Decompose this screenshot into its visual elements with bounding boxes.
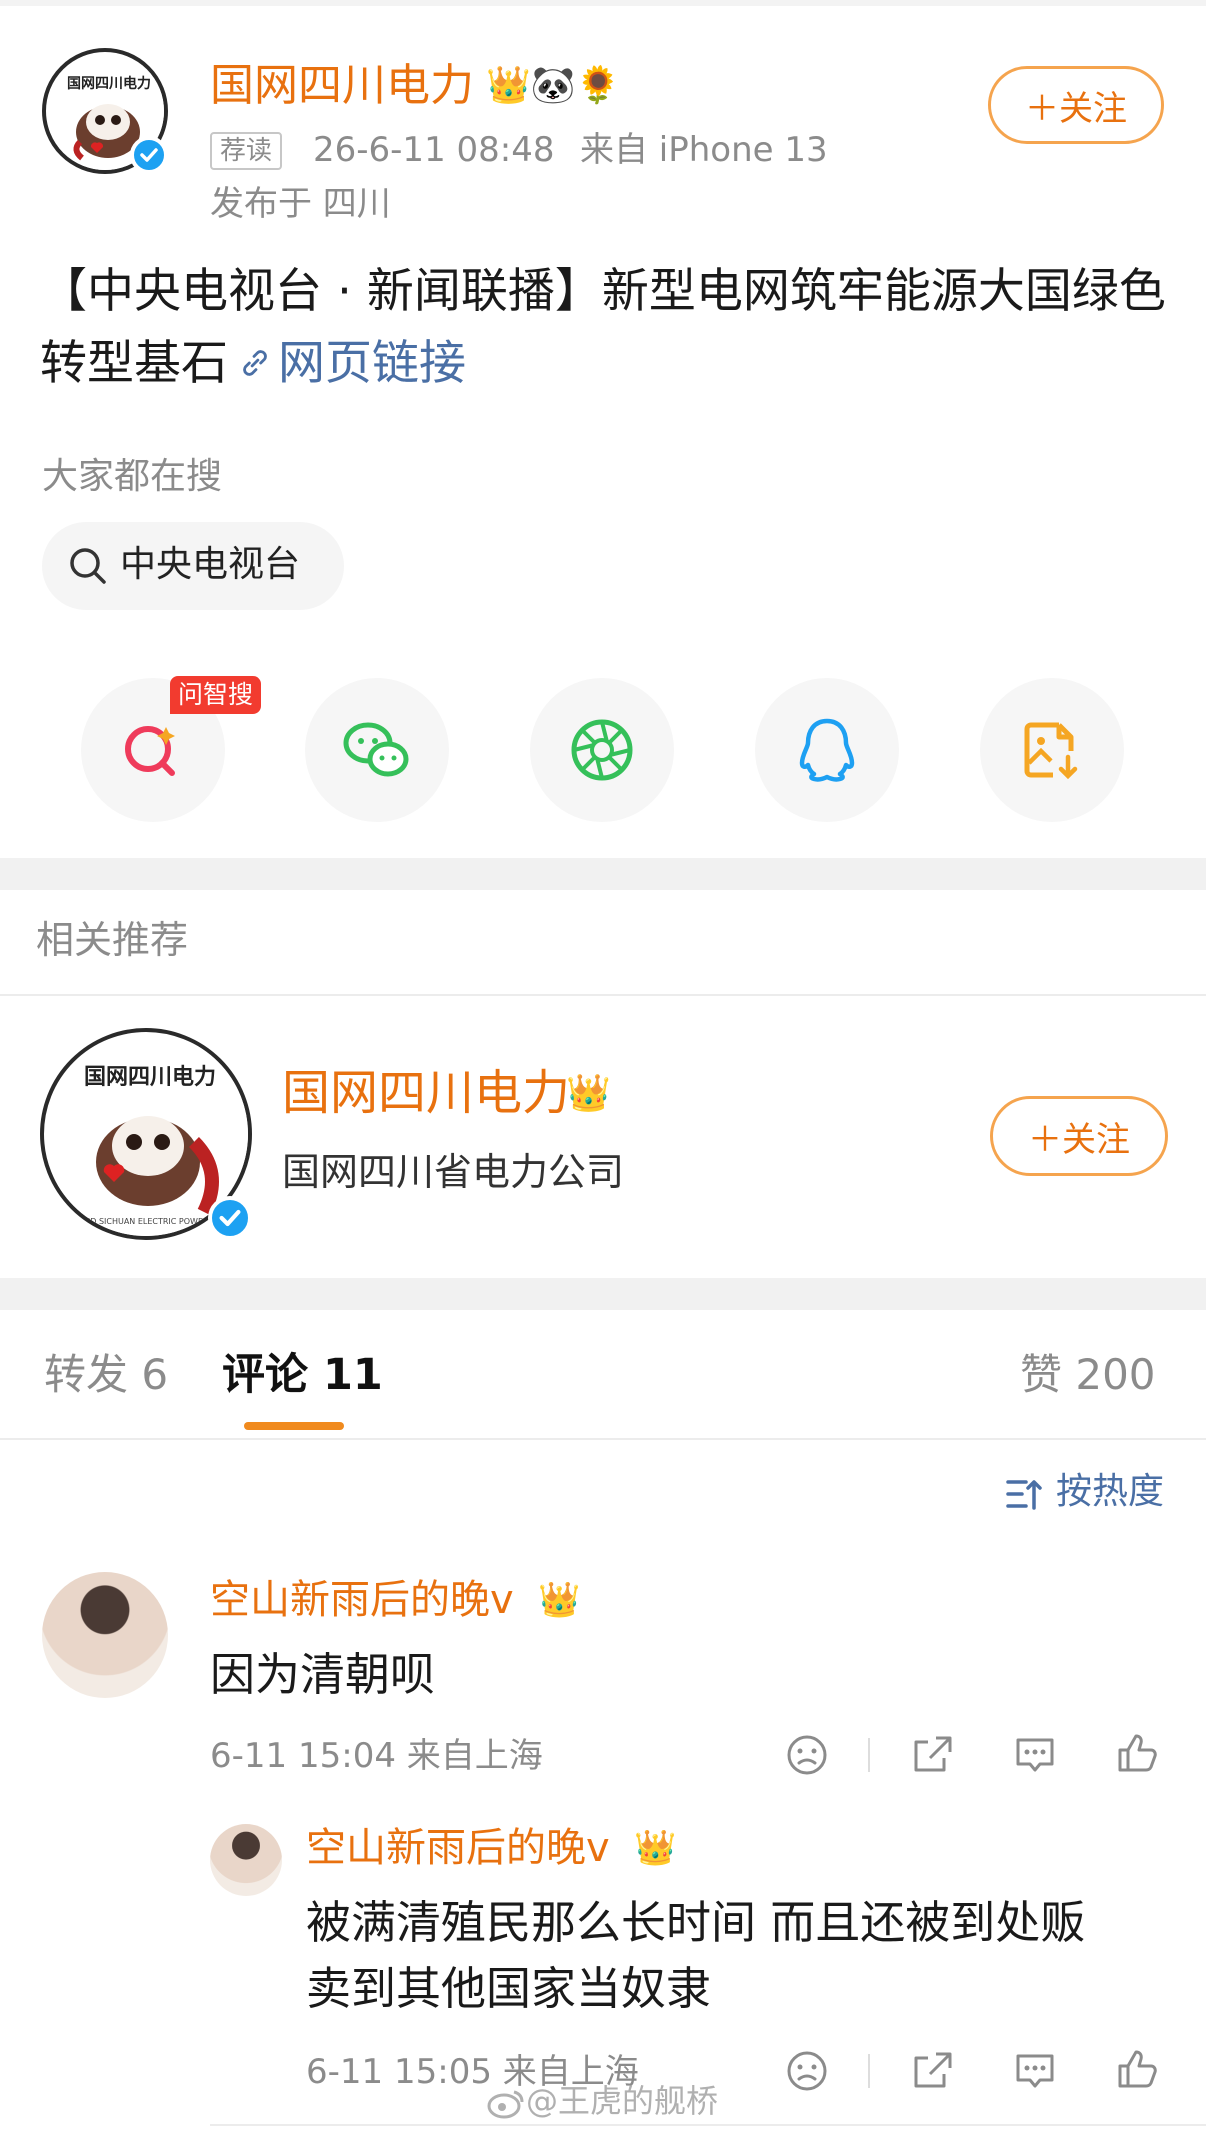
search-heading: 大家都在搜 xyxy=(42,456,223,497)
related-follow-button[interactable]: ＋关注 xyxy=(990,1096,1168,1176)
post-text: 【中央电视台 · 新闻联播】新型电网筑牢能源大国绿色转型基石 网页链接 xyxy=(40,256,1170,403)
moments-icon xyxy=(571,719,633,781)
save-image-icon xyxy=(1024,722,1078,780)
section-separator-2 xyxy=(0,1278,1206,1310)
web-link[interactable]: 网页链接 xyxy=(278,336,466,391)
comment-avatar[interactable] xyxy=(42,1572,168,1698)
save-image-button[interactable] xyxy=(980,678,1124,822)
search-chip-label: 中央电视台 xyxy=(120,544,301,585)
svg-text:国网四川电力: 国网四川电力 xyxy=(84,1065,216,1090)
comment-text: 因为清朝呗 xyxy=(210,1648,436,1701)
tab-like[interactable]: 赞 200 xyxy=(1020,1346,1156,1404)
forward-icon[interactable] xyxy=(910,1732,956,1778)
section-separator xyxy=(0,858,1206,890)
ai-search-badge: 问智搜 xyxy=(170,676,262,714)
reply-icon[interactable] xyxy=(1012,1732,1058,1778)
recommend-tag: 荐读 xyxy=(210,132,283,170)
qq-share-button[interactable] xyxy=(755,678,899,822)
link-icon[interactable] xyxy=(236,331,274,403)
reply-forward-icon[interactable] xyxy=(910,2048,956,2094)
weibo-logo-icon xyxy=(486,2086,526,2120)
sort-label[interactable]: 按热度 xyxy=(1056,1466,1164,1518)
search-icon xyxy=(66,544,110,588)
qq-icon xyxy=(799,718,855,782)
comment-user[interactable]: 空山新雨后的晚v xyxy=(210,1572,514,1628)
svg-text:国网四川电力: 国网四川电力 xyxy=(67,75,151,92)
post-source: 来自 iPhone 13 xyxy=(580,130,828,170)
tab-comment[interactable]: 评论 11 xyxy=(222,1346,383,1404)
wechat-share-button[interactable] xyxy=(305,678,449,822)
action-divider xyxy=(868,1738,870,1772)
related-crown-icon: 👑 xyxy=(566,1073,611,1114)
reply-action-divider xyxy=(868,2054,870,2088)
author-emojis: 👑🐼🌻 xyxy=(486,65,621,106)
comment-meta: 6-11 15:04 来自上海 xyxy=(210,1736,543,1776)
bottom-divider xyxy=(210,2124,1206,2126)
like-icon[interactable] xyxy=(1114,1730,1160,1776)
comment-crown-icon: 👑 xyxy=(538,1580,581,1620)
top-divider xyxy=(0,0,1206,6)
post-text-body: 【中央电视台 · 新闻联播】新型电网筑牢能源大国绿色转型基石 xyxy=(40,264,1166,391)
dislike-icon[interactable] xyxy=(784,1732,830,1778)
verified-badge-icon xyxy=(130,136,168,174)
sort-icon[interactable] xyxy=(1004,1474,1044,1514)
weibo-watermark: @王虎的舰桥 xyxy=(486,2078,718,2124)
reply-text-line2: 卖到其他国家当奴隶 xyxy=(306,1962,712,2015)
reply-avatar[interactable] xyxy=(210,1824,282,1896)
watermark-text: @王虎的舰桥 xyxy=(526,2082,719,2120)
reply-comment-icon[interactable] xyxy=(1012,2048,1058,2094)
search-chip[interactable]: 中央电视台 xyxy=(42,522,344,610)
reply-user[interactable]: 空山新雨后的晚v xyxy=(306,1820,610,1876)
related-name[interactable]: 国网四川电力 xyxy=(282,1062,570,1124)
tab-repost[interactable]: 转发 6 xyxy=(44,1346,168,1404)
reply-like-icon[interactable] xyxy=(1114,2046,1160,2092)
related-desc: 国网四川省电力公司 xyxy=(282,1150,625,1194)
related-heading: 相关推荐 xyxy=(36,918,189,962)
author-name[interactable]: 国网四川电力 xyxy=(210,58,474,114)
post-location: 发布于 四川 xyxy=(210,184,391,224)
post-time: 26-6-11 08:48 xyxy=(313,130,555,170)
tab-comment-indicator xyxy=(244,1422,344,1430)
tabs-divider xyxy=(0,1438,1206,1440)
moments-share-button[interactable] xyxy=(530,678,674,822)
reply-text-line1: 被满清殖民那么长时间 而且还被到处贩 xyxy=(306,1896,1086,1949)
reply-dislike-icon[interactable] xyxy=(784,2048,830,2094)
related-verified-icon xyxy=(208,1196,252,1240)
ai-search-icon xyxy=(125,726,175,776)
follow-button[interactable]: ＋关注 xyxy=(988,66,1164,144)
wechat-icon xyxy=(343,722,409,777)
reply-crown-icon: 👑 xyxy=(634,1828,677,1868)
related-divider xyxy=(0,994,1206,996)
